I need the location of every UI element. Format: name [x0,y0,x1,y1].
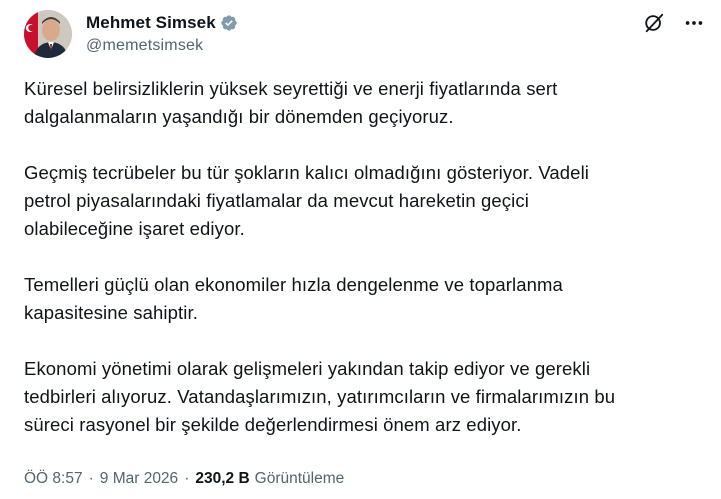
meta-separator: · [184,470,190,487]
tweet-meta: ÖÖ 8:57 · 9 Mar 2026 · 230,2 B Görüntüle… [24,470,344,488]
tweet-time[interactable]: ÖÖ 8:57 [24,470,83,488]
more-icon[interactable] [683,12,705,34]
tweet-paragraph: Ekonomi yönetimi olarak gelişmeleri yakı… [24,358,616,435]
header-actions [643,12,705,34]
tweet-paragraph: Küresel belirsizliklerin yüksek seyretti… [24,78,558,127]
tweet-card: Mehmet Simsek @memetsimsek Küresel belir… [0,0,721,499]
tweet-header: Mehmet Simsek @memetsimsek [24,8,705,58]
views-count: 230,2 B [195,470,250,487]
views-label: Görüntüleme [254,470,345,487]
meta-separator: · [88,470,94,487]
avatar-image [24,10,72,58]
author-names: Mehmet Simsek @memetsimsek [86,12,238,55]
author-handle[interactable]: @memetsimsek [86,37,238,55]
tweet-text: Küresel belirsizliklerin yüksek seyretti… [24,75,704,439]
avatar[interactable] [24,10,72,58]
tweet-date[interactable]: 9 Mar 2026 [100,470,178,488]
verified-badge-icon [220,14,238,32]
tweet-paragraph: Geçmiş tecrübeler bu tür şokların kalıcı… [24,162,589,239]
grok-icon[interactable] [643,12,665,34]
tweet-paragraph: Temelleri güçlü olan ekonomiler hızla de… [24,274,563,323]
author-display-name[interactable]: Mehmet Simsek [86,13,216,33]
